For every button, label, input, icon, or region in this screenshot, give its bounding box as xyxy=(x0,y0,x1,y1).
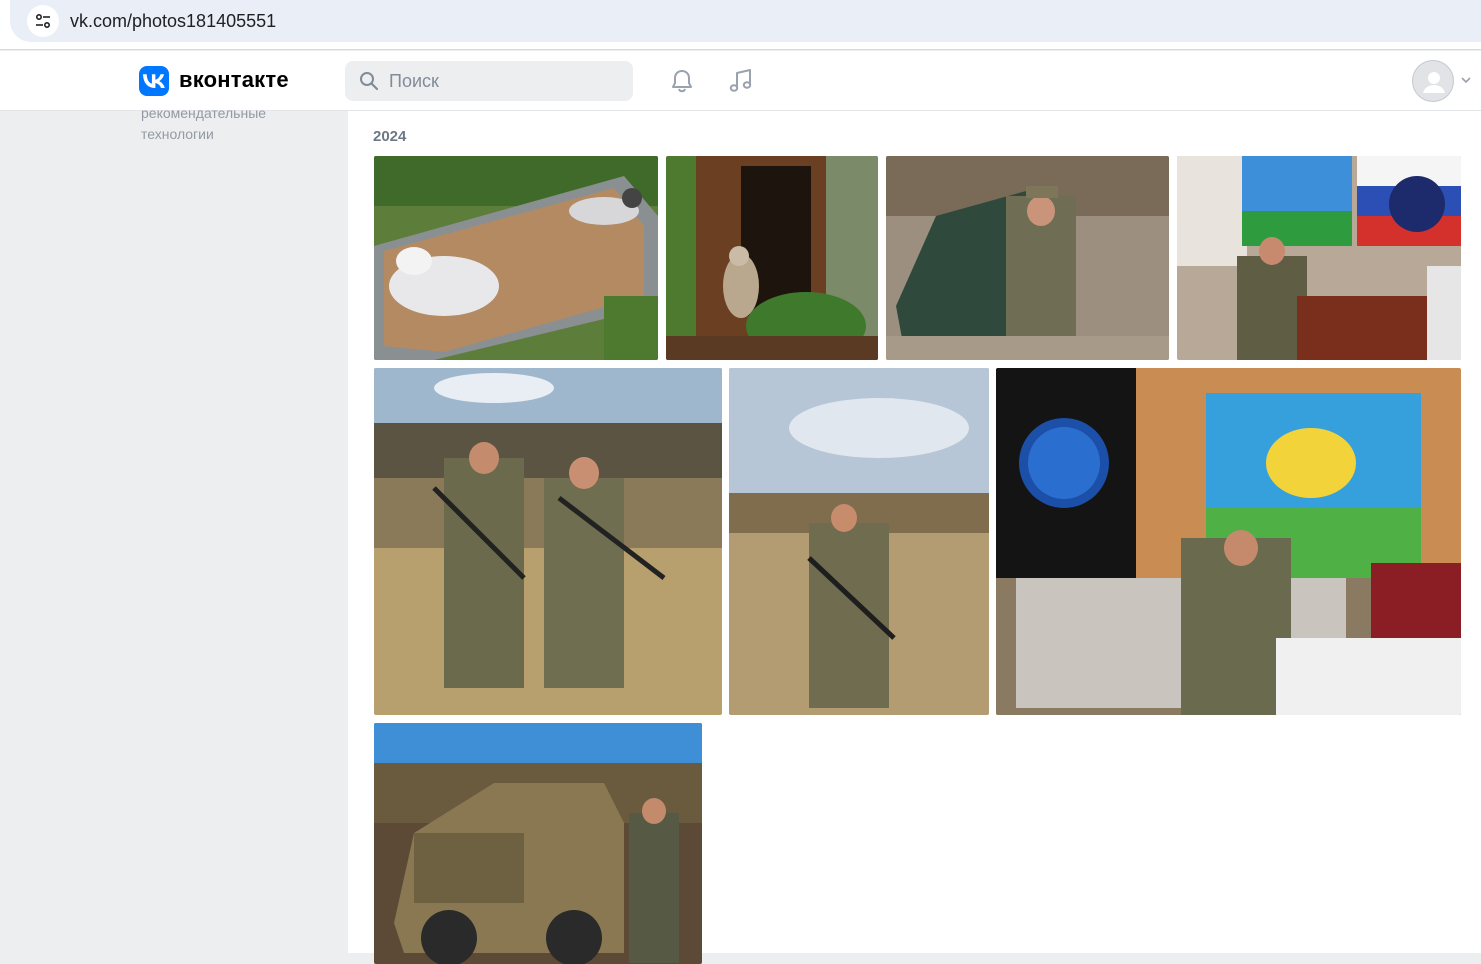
search-input[interactable] xyxy=(389,61,619,101)
photo-thumbnail[interactable] xyxy=(886,156,1169,360)
notifications-button[interactable] xyxy=(664,63,700,99)
photo-thumbnail[interactable] xyxy=(729,368,989,715)
music-icon xyxy=(729,69,752,92)
music-button[interactable] xyxy=(723,63,759,99)
photo-thumbnail[interactable] xyxy=(374,723,702,964)
url-text[interactable]: vk.com/photos181405551 xyxy=(70,11,276,32)
profile-menu-button[interactable] xyxy=(1412,60,1474,102)
user-icon xyxy=(1423,72,1445,93)
photo-thumbnail[interactable] xyxy=(996,368,1461,715)
search-icon xyxy=(360,72,379,91)
vk-logo-icon[interactable] xyxy=(139,66,169,96)
chevron-down-icon xyxy=(1461,77,1471,84)
avatar xyxy=(1412,60,1454,102)
photo-thumbnail[interactable] xyxy=(374,156,658,360)
photo-thumbnail[interactable] xyxy=(1177,156,1461,360)
bell-icon xyxy=(672,70,692,93)
photo-thumbnail[interactable] xyxy=(666,156,878,360)
browser-bar: vk.com/photos181405551 xyxy=(0,0,1481,50)
vk-logo-text[interactable]: вконтакте xyxy=(179,67,289,93)
address-bar[interactable]: vk.com/photos181405551 xyxy=(10,0,1481,42)
year-heading: 2024 xyxy=(373,128,407,145)
sidebar-link-recommendations[interactable]: рекомендательные технологии xyxy=(141,103,321,145)
left-column: рекомендательные технологии xyxy=(0,105,348,953)
search-box[interactable] xyxy=(345,61,633,101)
site-info-icon[interactable] xyxy=(27,5,59,37)
photo-album: 2024 xyxy=(348,111,1481,964)
vk-header: вконтакте xyxy=(0,51,1481,111)
photo-thumbnail[interactable] xyxy=(374,368,722,715)
